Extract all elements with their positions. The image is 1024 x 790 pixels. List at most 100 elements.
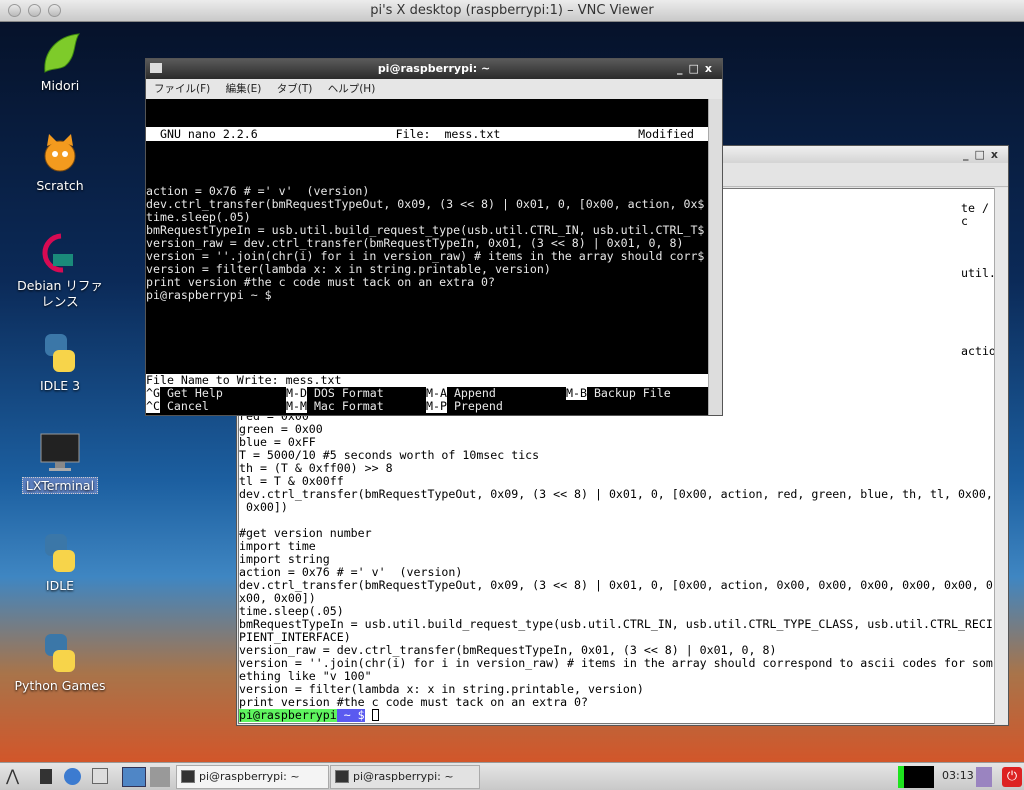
task-button[interactable]: pi@raspberrypi: ~ (176, 765, 329, 789)
menu-file[interactable]: ファイル(F) (154, 83, 210, 95)
prompt-dir: ~ $ (336, 709, 365, 722)
desktop-icon-idle[interactable]: IDLE (6, 532, 114, 594)
python-icon (37, 332, 83, 374)
scrollbar[interactable] (994, 188, 1008, 724)
desktop-icon-idle3[interactable]: IDLE 3 (6, 332, 114, 394)
monitor-icon (37, 432, 83, 474)
desktop-icon-midori[interactable]: Midori (6, 32, 114, 94)
lock-screen-icon[interactable] (976, 767, 992, 787)
desktop-icon-debian-reference[interactable]: Debian リファ レンス (6, 232, 114, 310)
python-icon (37, 632, 83, 674)
code-line: #get version number (239, 527, 372, 540)
cpu-monitor (898, 766, 934, 788)
nano-status: Modified (638, 127, 694, 141)
nano-version: GNU nano 2.2.6 (160, 127, 258, 141)
shortcut-key: M-A (426, 386, 447, 400)
code-line: version = ''.join(chr(i) for i in versio… (239, 657, 993, 670)
code-line: version = ''.join(chr(i) for i in versio… (146, 250, 705, 263)
code-line: ething like "v 100" (239, 670, 372, 683)
terminal-icon (181, 770, 195, 783)
code-line: print version #the c code must tack on a… (239, 696, 589, 709)
front-terminal-title-bar[interactable]: pi@raspberrypi: ~ _□x (146, 59, 722, 79)
shortcut-label: Cancel (166, 399, 209, 413)
code-line: th = (T & 0xff00) >> 8 (239, 462, 393, 475)
window-title: pi's X desktop (raspberrypi:1) – VNC Vie… (370, 3, 654, 18)
menu-tabs[interactable]: タブ(T) (277, 83, 313, 95)
menu-edit[interactable]: 編集(E) (226, 83, 262, 95)
code-line: PIENT_INTERFACE) (239, 631, 351, 644)
file-manager-icon[interactable] (40, 769, 52, 784)
code-line: print version #the c code must tack on a… (146, 276, 496, 289)
scrollbar[interactable] (708, 99, 722, 415)
shortcut-key: M-B (566, 386, 587, 400)
shell-prompt[interactable]: pi@raspberrypi ~ $ (239, 709, 994, 722)
front-terminal-window[interactable]: pi@raspberrypi: ~ _□x ファイル(F) 編集(E) タブ(T… (145, 58, 723, 416)
code-line: T = 5000/10 #5 seconds worth of 10msec t… (239, 449, 540, 462)
code-line: green = 0x00 (239, 423, 323, 436)
shortcut-key: M-D (286, 386, 307, 400)
code-line: 0x00]) (239, 501, 288, 514)
code-line: action = 0x76 # =' v' (version) (146, 185, 370, 198)
code-line: import string (239, 553, 330, 566)
code-line: pi@raspberrypi ~ $ (146, 289, 272, 302)
nano-editor[interactable]: GNU nano 2.2.6 File: mess.txt Modified a… (146, 99, 708, 415)
code-line: dev.ctrl_transfer(bmRequestTypeOut, 0x09… (146, 198, 705, 211)
shortcut-backup-file[interactable]: M-B Backup File (566, 386, 671, 400)
prompt-user: pi@raspberrypi (239, 709, 337, 722)
debian-icon (37, 232, 83, 274)
code-line: x00, 0x00]) (239, 592, 316, 605)
code-line: action = 0x76 # =' v' (version) (239, 566, 463, 579)
code-line: version = filter(lambda x: x in string.p… (146, 263, 551, 276)
window-controls[interactable]: _□x (963, 146, 1004, 163)
desktop-switch-icon[interactable] (122, 767, 146, 787)
task-button[interactable]: pi@raspberrypi: ~ (330, 765, 480, 789)
menu-logo-icon[interactable]: ⋀ (6, 766, 19, 785)
cursor (371, 709, 379, 721)
nano-file: File: mess.txt (395, 127, 501, 141)
code-line: bmRequestTypeIn = usb.util.build_request… (146, 224, 705, 237)
shortcut-key: ^C (146, 399, 160, 413)
shortcut-label: Mac Format (313, 399, 384, 413)
taskbar: ⋀ pi@raspberrypi: ~ pi@raspberrypi: ~ 03… (0, 762, 1024, 790)
code-line: version = filter(lambda x: x in string.p… (239, 683, 644, 696)
browser-icon[interactable] (64, 768, 81, 785)
front-terminal-menubar: ファイル(F) 編集(E) タブ(T) ヘルプ(H) (146, 79, 722, 99)
zoom-button[interactable] (48, 4, 61, 17)
nano-shortcuts: ^G Get Help M-D DOS Format M-A Append M-B B… (146, 386, 708, 413)
partial-text: action, red, green, blue, 0x00, 0x00, 0 (961, 345, 994, 358)
desktop-icon-scratch[interactable]: Scratch (6, 132, 114, 194)
terminal-icon (335, 770, 349, 783)
shortcut-key: M-P (426, 399, 447, 413)
shortcut-label: Prepend (453, 399, 503, 413)
code-line: time.sleep(.05) (239, 605, 344, 618)
shortcut-label: Append (453, 386, 496, 400)
windows-icon[interactable] (92, 768, 108, 784)
shortcut-prepend[interactable]: M-P Prepend (426, 399, 503, 413)
terminal-icon (150, 63, 162, 73)
code-line: time.sleep(.05) (146, 211, 251, 224)
nano-header: GNU nano 2.2.6 File: mess.txt Modified (146, 127, 708, 141)
code-line: dev.ctrl_transfer(bmRequestTypeOut, 0x09… (239, 488, 993, 501)
nano-buffer[interactable]: action = 0x76 # =' v' (version) dev.ctrl_… (146, 172, 708, 302)
desktop-icon-python-games[interactable]: Python Games (6, 632, 114, 694)
shortcut-mac-format[interactable]: M-M Mac Format (286, 399, 384, 413)
partial-text: te / hid_send_feature_report does (961, 202, 989, 215)
shortcut-label: Backup File (593, 386, 671, 400)
menu-help[interactable]: ヘルプ(H) (328, 83, 376, 95)
midori-icon (37, 32, 83, 74)
power-icon[interactable]: ⏻ (1002, 767, 1022, 787)
close-button[interactable] (8, 4, 21, 17)
code-line: tl = T & 0x00ff (239, 475, 344, 488)
python-icon (37, 532, 83, 574)
desktop-pager[interactable] (150, 767, 170, 787)
window-controls[interactable]: _□x (677, 59, 718, 79)
code-line: version_raw = dev.ctrl_transfer(bmReques… (146, 237, 684, 250)
minimize-button[interactable] (28, 4, 41, 17)
clock[interactable]: 03:13 (942, 769, 974, 782)
desktop-icon-lxterminal[interactable]: LXTerminal (6, 432, 114, 494)
shortcut-cancel[interactable]: ^C Cancel (146, 399, 209, 413)
code-line: blue = 0xFF (239, 436, 316, 449)
vnc-title-bar: pi's X desktop (raspberrypi:1) – VNC Vie… (0, 0, 1024, 22)
